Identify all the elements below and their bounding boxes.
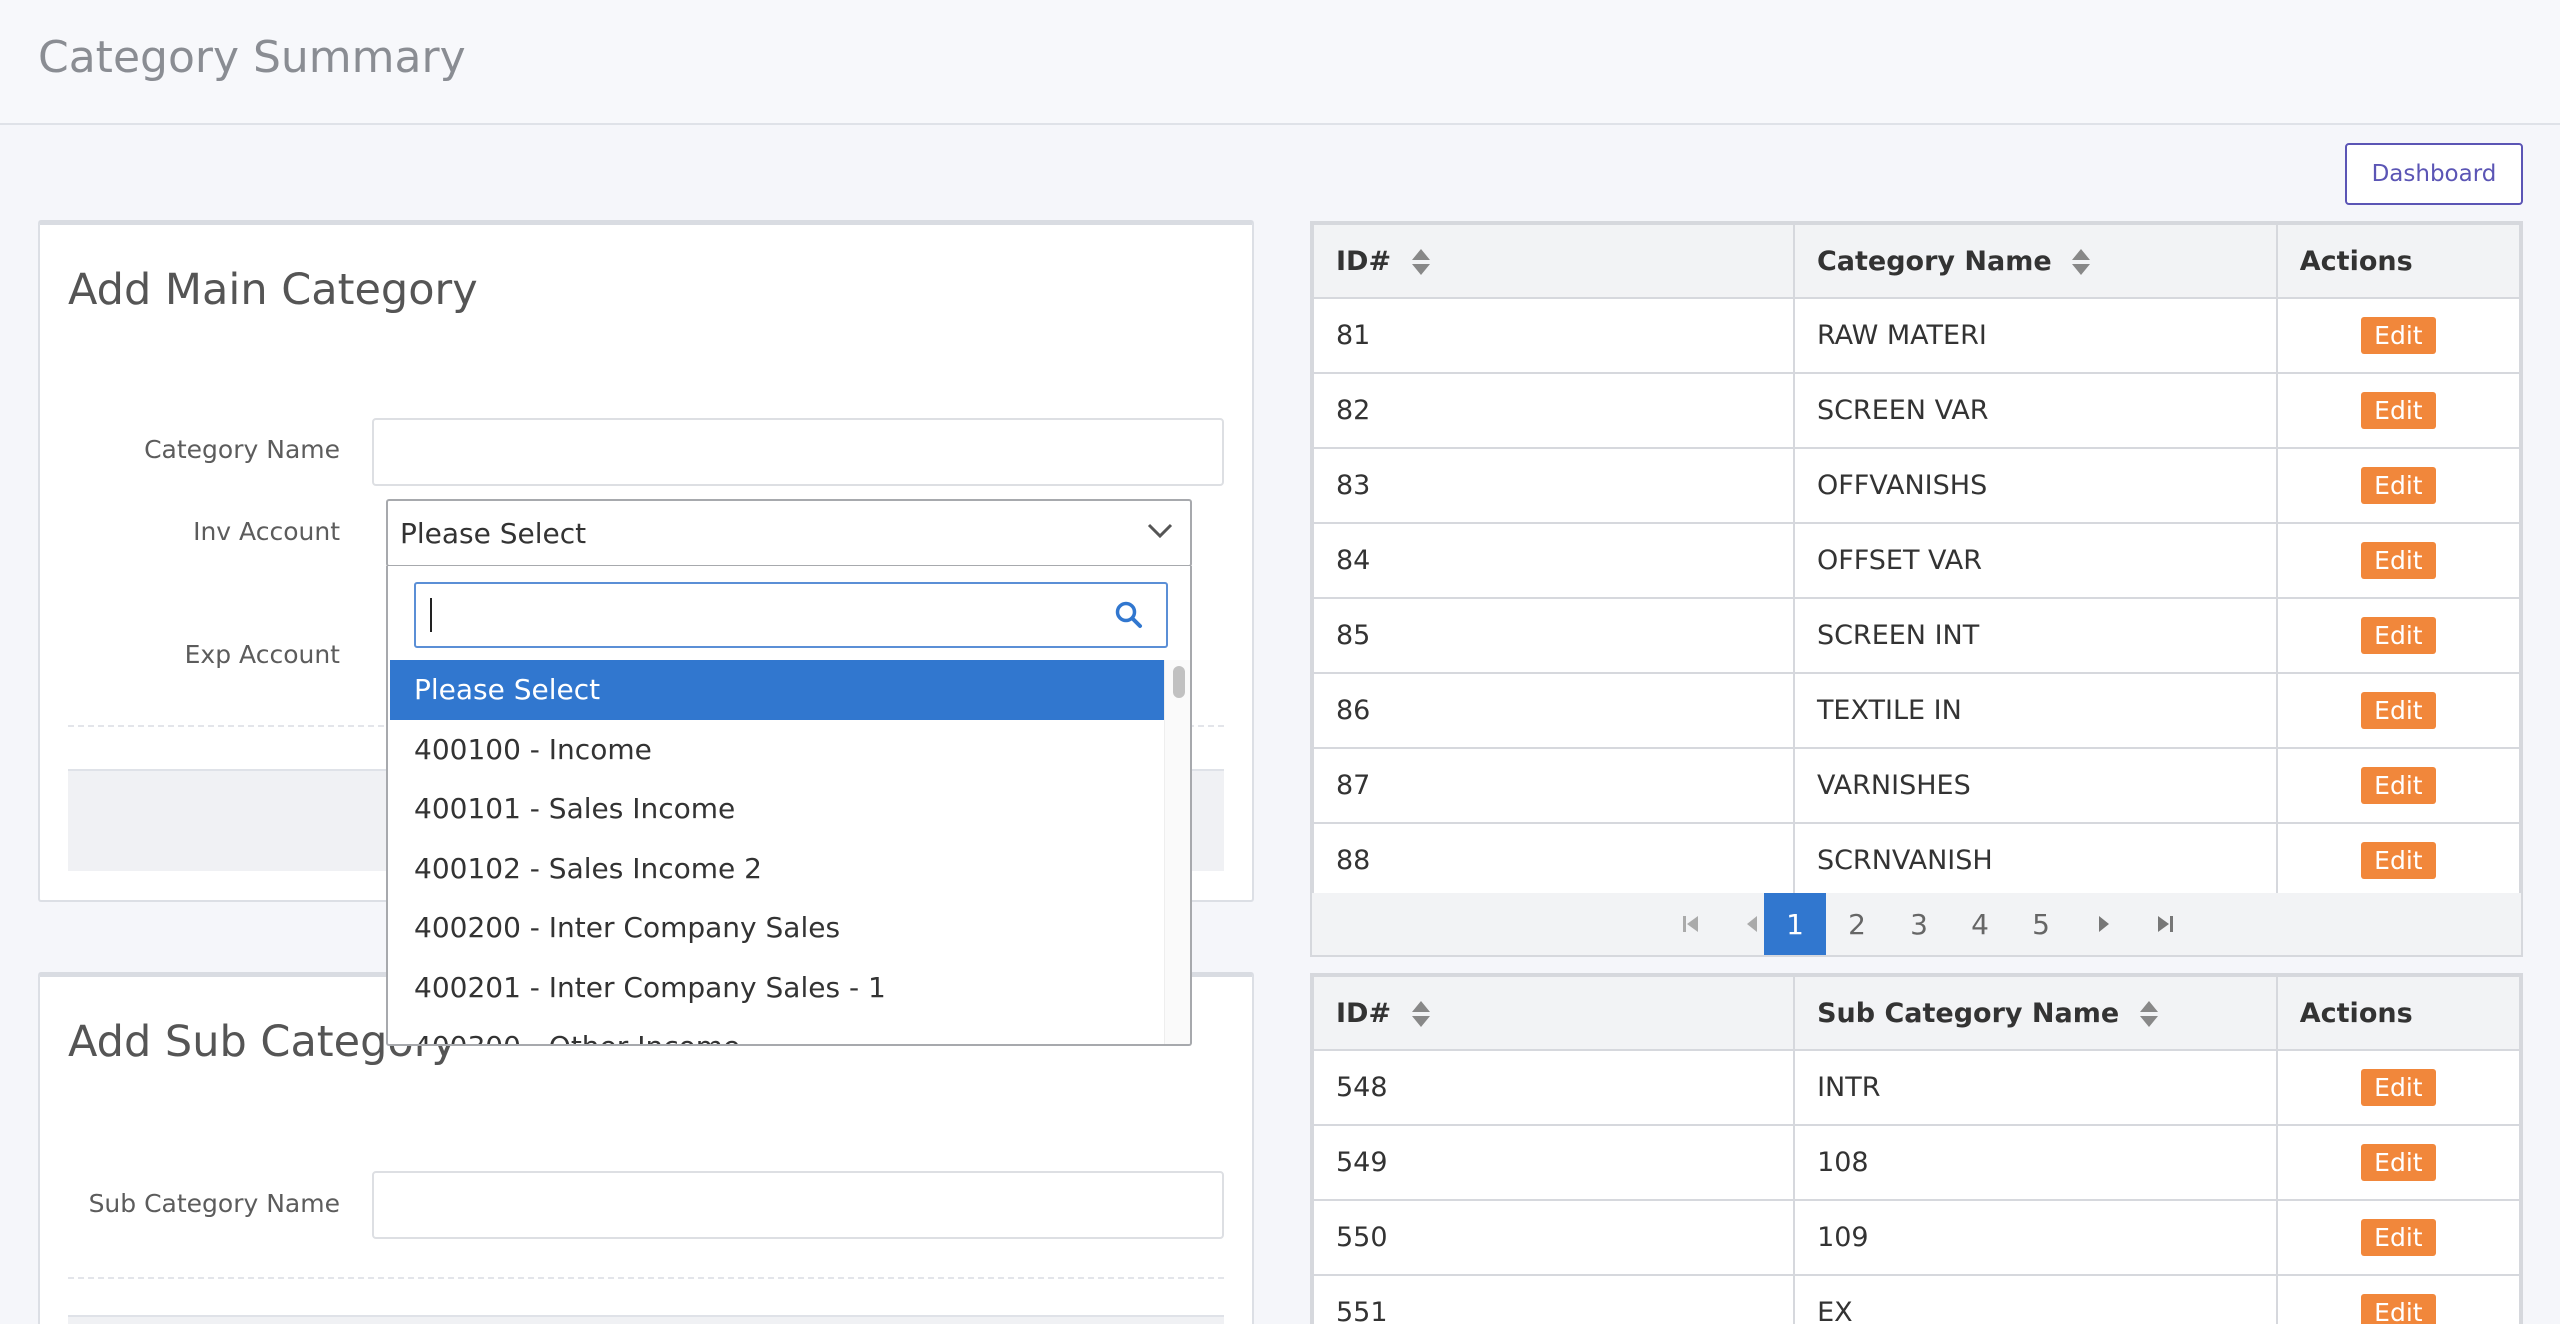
- edit-button[interactable]: Edit: [2361, 1294, 2436, 1324]
- column-header-sub-category-name[interactable]: Sub Category Name: [1793, 975, 2278, 1051]
- sort-icon: [2072, 249, 2091, 275]
- edit-button[interactable]: Edit: [2361, 392, 2436, 429]
- edit-button[interactable]: Edit: [2361, 692, 2436, 729]
- dropdown-option[interactable]: 400200 - Inter Company Sales: [390, 898, 1164, 958]
- inv-account-value: Please Select: [400, 516, 587, 550]
- exp-account-label: Exp Account: [184, 640, 340, 669]
- table-header-row: ID# Category Name Actions: [1312, 223, 2522, 299]
- last-page-icon[interactable]: [2134, 893, 2196, 955]
- category-name-input[interactable]: [372, 418, 1224, 486]
- page-2[interactable]: 2: [1826, 893, 1888, 955]
- dropdown-option[interactable]: 400201 - Inter Company Sales - 1: [390, 958, 1164, 1018]
- page-5[interactable]: 5: [2010, 893, 2072, 955]
- category-table: ID# Category Name Actions 81 RAW MATERI Ed…: [1310, 221, 2523, 901]
- edit-button[interactable]: Edit: [2361, 1069, 2436, 1106]
- page-3[interactable]: 3: [1888, 893, 1950, 955]
- dashboard-button[interactable]: Dashboard: [2345, 143, 2523, 205]
- sort-icon: [1411, 249, 1430, 275]
- dropdown-scrollbar[interactable]: [1164, 660, 1190, 1044]
- table-row: 83 OFFVANISHS Edit: [1312, 447, 2522, 524]
- main-panel-title: Add Main Category: [68, 265, 478, 315]
- dropdown-search-input[interactable]: [414, 582, 1168, 648]
- column-header-id[interactable]: ID#: [1311, 975, 1796, 1051]
- chevron-down-icon: [1147, 523, 1173, 539]
- first-page-icon[interactable]: [1660, 893, 1722, 955]
- next-page-icon[interactable]: [2072, 893, 2134, 955]
- inv-account-label: Inv Account: [193, 517, 340, 546]
- inv-account-select[interactable]: Please Select: [386, 499, 1192, 567]
- table-row: 550 109 Edit: [1311, 1199, 2522, 1276]
- sub-form-footer: [68, 1315, 1224, 1324]
- table-header-row: ID# Sub Category Name Actions: [1311, 975, 2522, 1051]
- column-header-actions: Actions: [2275, 975, 2522, 1051]
- table-row: 84 OFFSET VAR Edit: [1312, 522, 2522, 599]
- page-header: Category Summary: [0, 0, 2560, 125]
- table-row: 86 TEXTILE IN Edit: [1312, 672, 2522, 749]
- sub-category-name-label: Sub Category Name: [88, 1189, 340, 1218]
- sort-icon: [1411, 1001, 1430, 1027]
- edit-button[interactable]: Edit: [2361, 617, 2436, 654]
- text-caret: [430, 598, 432, 632]
- table-row: 81 RAW MATERI Edit: [1312, 297, 2522, 374]
- edit-button[interactable]: Edit: [2361, 767, 2436, 804]
- pagination: 1 2 3 4 5: [1310, 893, 2523, 957]
- column-header-id[interactable]: ID#: [1312, 223, 1795, 299]
- table-row: 88 SCRNVANISH Edit: [1312, 822, 2522, 899]
- sub-category-name-input[interactable]: [372, 1171, 1224, 1239]
- sub-form-divider: [68, 1277, 1224, 1279]
- category-name-label: Category Name: [144, 435, 340, 464]
- column-header-actions: Actions: [2275, 223, 2522, 299]
- table-row: 549 108 Edit: [1311, 1124, 2522, 1201]
- page-4[interactable]: 4: [1949, 893, 2011, 955]
- search-icon: [1115, 601, 1142, 628]
- edit-button[interactable]: Edit: [2361, 1144, 2436, 1181]
- column-header-category-name[interactable]: Category Name: [1792, 223, 2278, 299]
- edit-button[interactable]: Edit: [2361, 542, 2436, 579]
- table-row: 85 SCREEN INT Edit: [1312, 597, 2522, 674]
- scrollbar-thumb[interactable]: [1173, 666, 1185, 698]
- table-row: 548 INTR Edit: [1311, 1049, 2522, 1126]
- sort-icon: [2139, 1001, 2158, 1027]
- table-row: 82 SCREEN VAR Edit: [1312, 372, 2522, 449]
- dropdown-options: Please Select 400100 - Income 400101 - S…: [390, 660, 1164, 1044]
- edit-button[interactable]: Edit: [2361, 467, 2436, 504]
- page-title: Category Summary: [38, 32, 466, 83]
- sub-category-table: ID# Sub Category Name Actions 548 INTR Edi…: [1310, 973, 2523, 1324]
- table-row: 551 EX Edit: [1311, 1274, 2522, 1324]
- edit-button[interactable]: Edit: [2361, 842, 2436, 879]
- page-1[interactable]: 1: [1764, 893, 1826, 955]
- edit-button[interactable]: Edit: [2361, 317, 2436, 354]
- edit-button[interactable]: Edit: [2361, 1219, 2436, 1256]
- dropdown-option[interactable]: 400300 - Other Income: [390, 1017, 1164, 1044]
- dropdown-option[interactable]: 400101 - Sales Income: [390, 779, 1164, 839]
- table-row: 87 VARNISHES Edit: [1312, 747, 2522, 824]
- dropdown-option[interactable]: Please Select: [390, 660, 1164, 720]
- inv-account-dropdown[interactable]: Please Select 400100 - Income 400101 - S…: [386, 566, 1192, 1046]
- dropdown-option[interactable]: 400100 - Income: [390, 720, 1164, 780]
- dropdown-option[interactable]: 400102 - Sales Income 2: [390, 839, 1164, 899]
